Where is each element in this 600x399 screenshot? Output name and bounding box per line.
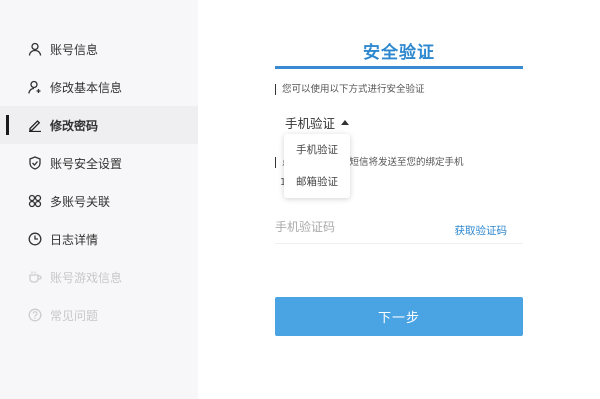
sidebar-item-label: 账号游戏信息 <box>50 270 123 285</box>
page-title: 安全验证 <box>363 43 435 63</box>
sidebar-item-faq: 常见问题 <box>0 296 198 334</box>
sidebar-item-change-password[interactable]: 修改密码 <box>0 106 198 144</box>
verify-method-select[interactable]: 手机验证 <box>285 113 350 132</box>
verify-method-dropdown: 手机验证 邮箱验证 <box>284 134 350 198</box>
main-panel: 安全验证 您可以使用以下方式进行安全验证 手机验证 手机验证 邮箱验证 点短信将… <box>198 0 600 399</box>
sms-hint-text: 短信将发送至您的绑定手机 <box>349 157 464 168</box>
user-icon <box>28 42 42 56</box>
sidebar-item-label: 修改密码 <box>50 118 99 133</box>
title-underline <box>275 66 523 69</box>
dropdown-option-phone[interactable]: 手机验证 <box>284 134 350 166</box>
sidebar-item-game-info: 账号游戏信息 <box>0 258 198 296</box>
sidebar-item-label: 修改基本信息 <box>50 80 123 95</box>
sidebar-item-label: 常见问题 <box>50 308 99 323</box>
get-code-link[interactable]: 获取验证码 <box>455 223 508 238</box>
sidebar-item-edit-basic-info[interactable]: 修改基本信息 <box>0 68 198 106</box>
sidebar-item-account-info[interactable]: 账号信息 <box>0 30 198 68</box>
cup-icon <box>28 270 42 284</box>
dropdown-option-email[interactable]: 邮箱验证 <box>284 166 350 198</box>
multi-account-icon <box>28 194 42 208</box>
caret-up-icon <box>341 120 350 125</box>
clock-icon <box>28 232 42 246</box>
question-icon <box>28 308 42 322</box>
sidebar: 账号信息 修改基本信息 修改密码 账号安全设置 多账号关联 日志详情 账号游戏信… <box>0 0 198 399</box>
sidebar-item-label: 日志详情 <box>50 232 99 247</box>
sidebar-item-multi-account[interactable]: 多账号关联 <box>0 182 198 220</box>
code-row: 获取验证码 <box>275 216 523 244</box>
verify-hint: 您可以使用以下方式进行安全验证 <box>275 84 425 95</box>
sidebar-item-label: 账号信息 <box>50 42 99 57</box>
sidebar-item-security-settings[interactable]: 账号安全设置 <box>0 144 198 182</box>
verify-method-label: 手机验证 <box>285 116 336 131</box>
next-step-button[interactable]: 下一步 <box>275 297 523 336</box>
sidebar-item-label: 多账号关联 <box>50 194 111 209</box>
user-edit-icon <box>28 80 42 94</box>
pencil-icon <box>28 118 42 132</box>
sidebar-item-log-details[interactable]: 日志详情 <box>0 220 198 258</box>
sidebar-item-label: 账号安全设置 <box>50 156 123 171</box>
shield-check-icon <box>28 156 42 170</box>
verification-code-input[interactable] <box>275 220 435 234</box>
